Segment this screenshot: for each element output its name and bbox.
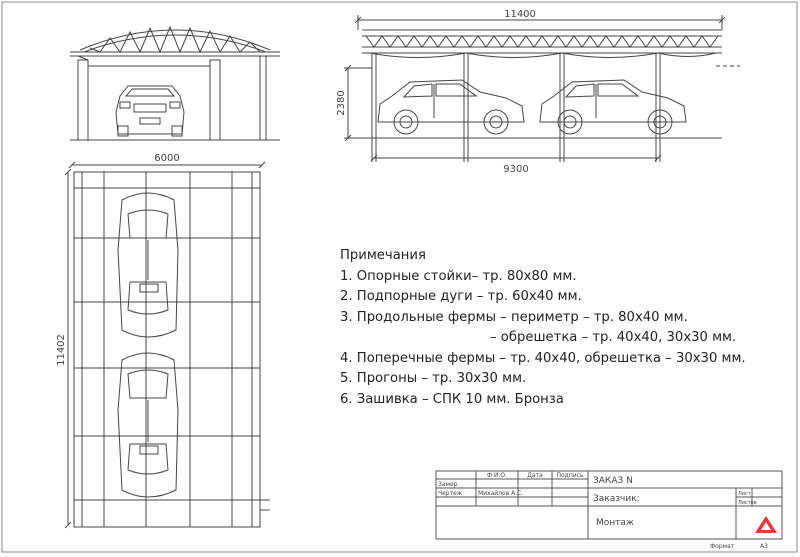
note-line: 3. Продольные фермы – периметр – тр. 80x… — [340, 309, 688, 325]
tb-format-label: Формат — [710, 543, 735, 550]
dim-height: 2380 — [336, 90, 347, 115]
dim-plan-width: 6000 — [154, 153, 179, 164]
tb-signature: Подпись — [557, 472, 584, 479]
front-view — [70, 25, 280, 141]
dim-support-span: 9300 — [503, 164, 528, 175]
tb-stage: Монтаж — [596, 518, 634, 528]
plan-view — [64, 161, 270, 529]
note-line: 6. Зашивка – СПК 10 мм. Бронза — [340, 391, 564, 407]
tb-date: Дата — [527, 472, 543, 479]
dim-top-length: 11400 — [504, 9, 536, 20]
tb-sheet-label: Лист — [738, 491, 751, 497]
tb-row-label-1: Замер — [438, 481, 458, 488]
tb-row-label-2: Чертеж — [438, 490, 463, 497]
side-view — [344, 15, 740, 162]
note-line: 2. Подпорные дуги – тр. 60x40 мм. — [340, 289, 582, 304]
notes-heading: Примечания — [340, 248, 426, 263]
tb-order: ЗАКАЗ N — [593, 476, 633, 486]
notes-block: Примечания 1. Опорные стойки– тр. 80x80 … — [340, 246, 746, 410]
tb-sheets-label: Листов — [738, 500, 757, 506]
note-line: 1. Опорные стойки– тр. 80x80 мм. — [340, 268, 577, 284]
tb-fio: Ф.И.О. — [487, 472, 507, 479]
note-line: – обрешетка – тр. 40x40, 30x30 мм. — [490, 330, 737, 345]
tb-drafter: Михайлов А.С. — [478, 490, 523, 497]
dim-plan-length: 11402 — [56, 334, 67, 366]
tb-customer: Заказчик: — [593, 494, 640, 504]
note-line: 4. Поперечные фермы – тр. 40x40, обрешет… — [340, 350, 746, 366]
note-line: 5. Прогоны – тр. 30x30 мм. — [340, 371, 527, 386]
company-logo — [755, 516, 777, 533]
tb-format-value: А3 — [760, 543, 768, 550]
